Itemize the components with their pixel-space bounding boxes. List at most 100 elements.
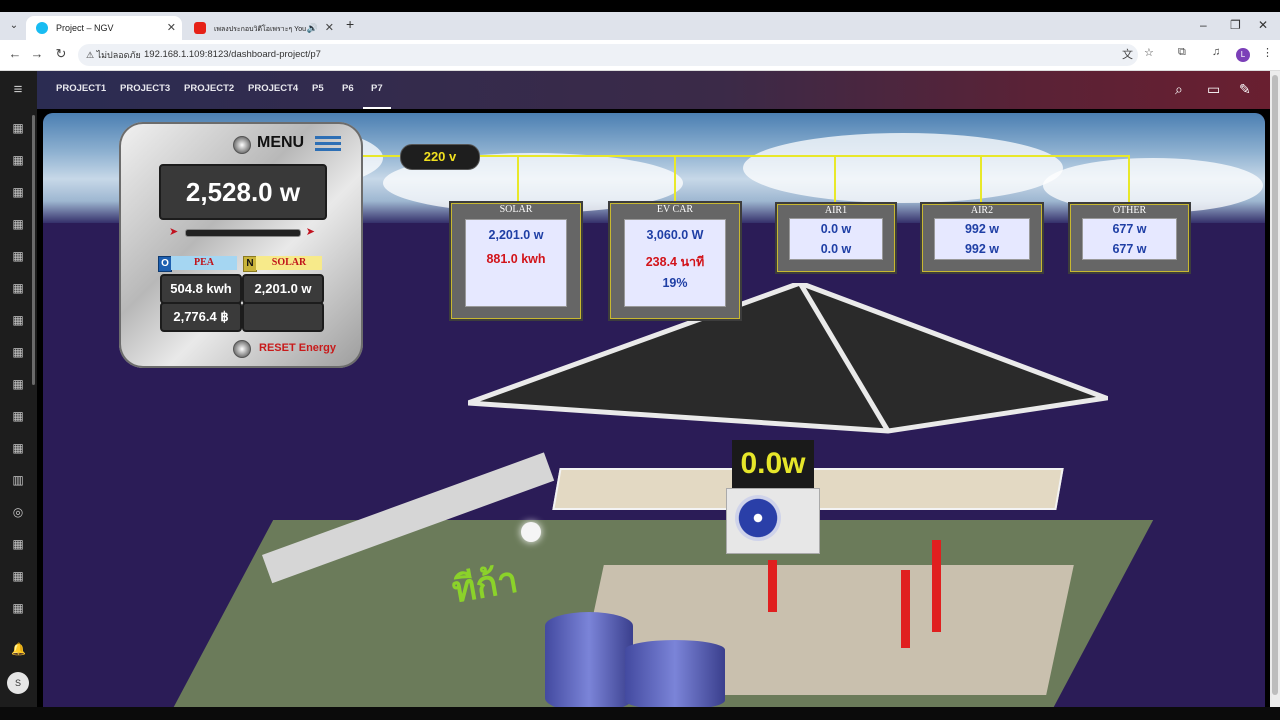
water-tank <box>545 612 633 712</box>
speaker-icon[interactable]: 🔊 <box>307 16 318 40</box>
user-avatar[interactable]: S <box>7 672 29 694</box>
bus-drop-evcar <box>674 155 676 203</box>
tab-p5[interactable]: P5 <box>312 71 324 109</box>
meter-screen: 0.0 w 0.0 w <box>789 218 883 260</box>
pea-label: PEA <box>171 256 237 270</box>
scrollbar-thumb[interactable] <box>1272 75 1278 695</box>
browser-tab-youtube[interactable]: เพลงประกอบวิดีโอเพราะๆ You 🔊 ✕ <box>184 16 340 40</box>
new-tab-button[interactable]: + <box>346 16 354 32</box>
dashboard-icon[interactable]: ▦ <box>11 409 25 423</box>
meter-title: EV CAR <box>656 204 694 215</box>
assist-chat-icon[interactable]: ▭ <box>1207 81 1220 98</box>
meter-screen: 992 w 992 w <box>934 218 1030 260</box>
address-bar[interactable]: ⚠ ไม่ปลอดภัย 192.168.1.109:8123/dashboar… <box>78 44 1138 66</box>
media-control-icon[interactable]: ♫ <box>1212 46 1220 58</box>
dashboard-icon[interactable]: ▦ <box>11 601 25 615</box>
tab-project1[interactable]: PROJECT1 <box>56 71 106 109</box>
meter-ev-car[interactable]: EV CAR 3,060.0 W 238.4 นาที 19% <box>608 201 742 321</box>
meter-title: AIR2 <box>970 205 994 216</box>
dashboard-icon[interactable]: ▦ <box>11 345 25 359</box>
bookmark-star-icon[interactable]: ☆ <box>1144 46 1154 59</box>
translate-icon[interactable]: 文 <box>1122 46 1133 62</box>
green-sign-text: ทีก้า <box>448 558 521 611</box>
red-pillar <box>768 560 777 612</box>
tab-p7[interactable]: P7 <box>363 71 391 109</box>
dashboard-icon[interactable]: ▦ <box>11 153 25 167</box>
reset-bolt-icon[interactable] <box>233 340 251 358</box>
meter-other[interactable]: OTHER 677 w 677 w <box>1068 202 1191 274</box>
dashboard-icon[interactable]: ▦ <box>11 313 25 327</box>
dashboard-icon[interactable]: ▦ <box>11 569 25 583</box>
menu-title[interactable]: MENU <box>257 134 304 152</box>
tab-p6[interactable]: P6 <box>342 71 354 109</box>
tab-project4[interactable]: PROJECT4 <box>248 71 298 109</box>
tab-project2[interactable]: PROJECT2 <box>184 71 234 109</box>
pea-tag: O <box>158 256 172 272</box>
dashboard-icon[interactable]: ▦ <box>11 217 25 231</box>
ha-sidebar: ≡ ▦ ▦ ▦ ▦ ▦ ▦ ▦ ▦ ▦ ▦ ▦ ▥ ◎ ▦ ▦ ▦ 🔔 S <box>0 71 37 707</box>
dashboard-icon[interactable]: ▦ <box>11 121 25 135</box>
map-icon[interactable]: ◎ <box>11 505 25 519</box>
meter-solar[interactable]: SOLAR 2,201.0 w 881.0 kwh <box>449 201 583 321</box>
browser-tab-active[interactable]: Project – NGV ✕ <box>26 16 182 40</box>
forward-button[interactable]: → <box>28 46 46 61</box>
notifications-bell-icon[interactable]: 🔔 <box>11 642 26 656</box>
close-tab-icon[interactable]: ✕ <box>325 16 334 40</box>
not-secure-indicator[interactable]: ⚠ ไม่ปลอดภัย <box>86 44 141 66</box>
tab-search-icon[interactable]: ⌄ <box>6 18 22 34</box>
menu-list-icon[interactable] <box>315 136 341 152</box>
tab-project3[interactable]: PROJECT3 <box>120 71 170 109</box>
meter-title: AIR1 <box>824 205 848 216</box>
air2-value-1: 992 w <box>964 222 1000 236</box>
ac-power-display: 0.0w <box>732 440 814 488</box>
cloud <box>743 133 1063 203</box>
bottom-letterbox <box>0 707 1280 720</box>
close-tab-icon[interactable]: ✕ <box>167 16 176 40</box>
meter-air2[interactable]: AIR2 992 w 992 w <box>920 202 1044 274</box>
dashboard-icon[interactable]: ▦ <box>11 281 25 295</box>
profile-avatar[interactable]: L <box>1236 48 1250 62</box>
solar-tag: N <box>243 256 257 272</box>
back-button[interactable]: ← <box>6 46 24 61</box>
menu-bolt-icon[interactable] <box>233 136 251 154</box>
pea-energy-value: 504.8 kwh <box>160 274 242 304</box>
edit-pencil-icon[interactable]: ✎ <box>1239 81 1251 98</box>
dashboard-icon[interactable]: ▦ <box>11 185 25 199</box>
reload-button[interactable]: ↻ <box>52 46 70 62</box>
meter-air1[interactable]: AIR1 0.0 w 0.0 w <box>775 202 897 274</box>
total-power-display: 2,528.0 w <box>159 164 327 220</box>
dashboard-icon[interactable]: ▦ <box>11 537 25 551</box>
reset-energy-button[interactable]: RESET Energy <box>259 342 336 354</box>
flow-bar <box>185 229 301 237</box>
sidebar-scrollbar[interactable] <box>32 115 35 385</box>
minimize-button[interactable]: – <box>1200 18 1207 32</box>
energy-icon[interactable]: ▥ <box>11 473 25 487</box>
url-text[interactable]: 192.168.1.109:8123/dashboard-project/p7 <box>144 44 321 66</box>
restore-button[interactable]: ❐ <box>1230 18 1241 32</box>
dashboard-icon[interactable]: ▦ <box>11 249 25 263</box>
bus-drop-solar <box>517 155 519 203</box>
solar-power-value: 2,201.0 w <box>488 228 544 242</box>
other-value-2: 677 w <box>1112 242 1147 256</box>
ha-header: PROJECT1 PROJECT3 PROJECT2 PROJECT4 P5 P… <box>37 71 1280 109</box>
air-conditioner-unit[interactable] <box>726 488 820 554</box>
dashboard-icon[interactable]: ▦ <box>11 377 25 391</box>
browser-toolbar: ← → ↻ ⚠ ไม่ปลอดภัย 192.168.1.109:8123/da… <box>0 40 1280 71</box>
search-icon[interactable]: ⌕ <box>1175 81 1183 98</box>
page-scrollbar[interactable] <box>1270 71 1280 707</box>
garden-lamp <box>521 522 541 542</box>
flow-arrow-right-icon: ➤ <box>305 226 315 238</box>
dashboard-icon[interactable]: ▦ <box>11 441 25 455</box>
browser-menu-icon[interactable]: ⋮ <box>1262 46 1273 59</box>
close-window-button[interactable]: ✕ <box>1258 18 1268 32</box>
meter-title: OTHER <box>1112 205 1147 216</box>
solar-power-value: 2,201.0 w <box>242 274 324 304</box>
extensions-icon[interactable]: ⧉ <box>1178 46 1186 59</box>
not-secure-label: ไม่ปลอดภัย <box>96 50 141 60</box>
air2-value-2: 992 w <box>964 242 1000 256</box>
menu-icon[interactable]: ≡ <box>11 82 25 97</box>
tab-title: เพลงประกอบวิดีโอเพราะๆ You <box>214 26 306 33</box>
youtube-favicon-icon <box>194 22 206 34</box>
energy-menu-panel: MENU 2,528.0 w ➤ ➤ O PEA N SOLAR 504.8 k… <box>119 122 363 368</box>
air1-value-1: 0.0 w <box>820 222 852 236</box>
